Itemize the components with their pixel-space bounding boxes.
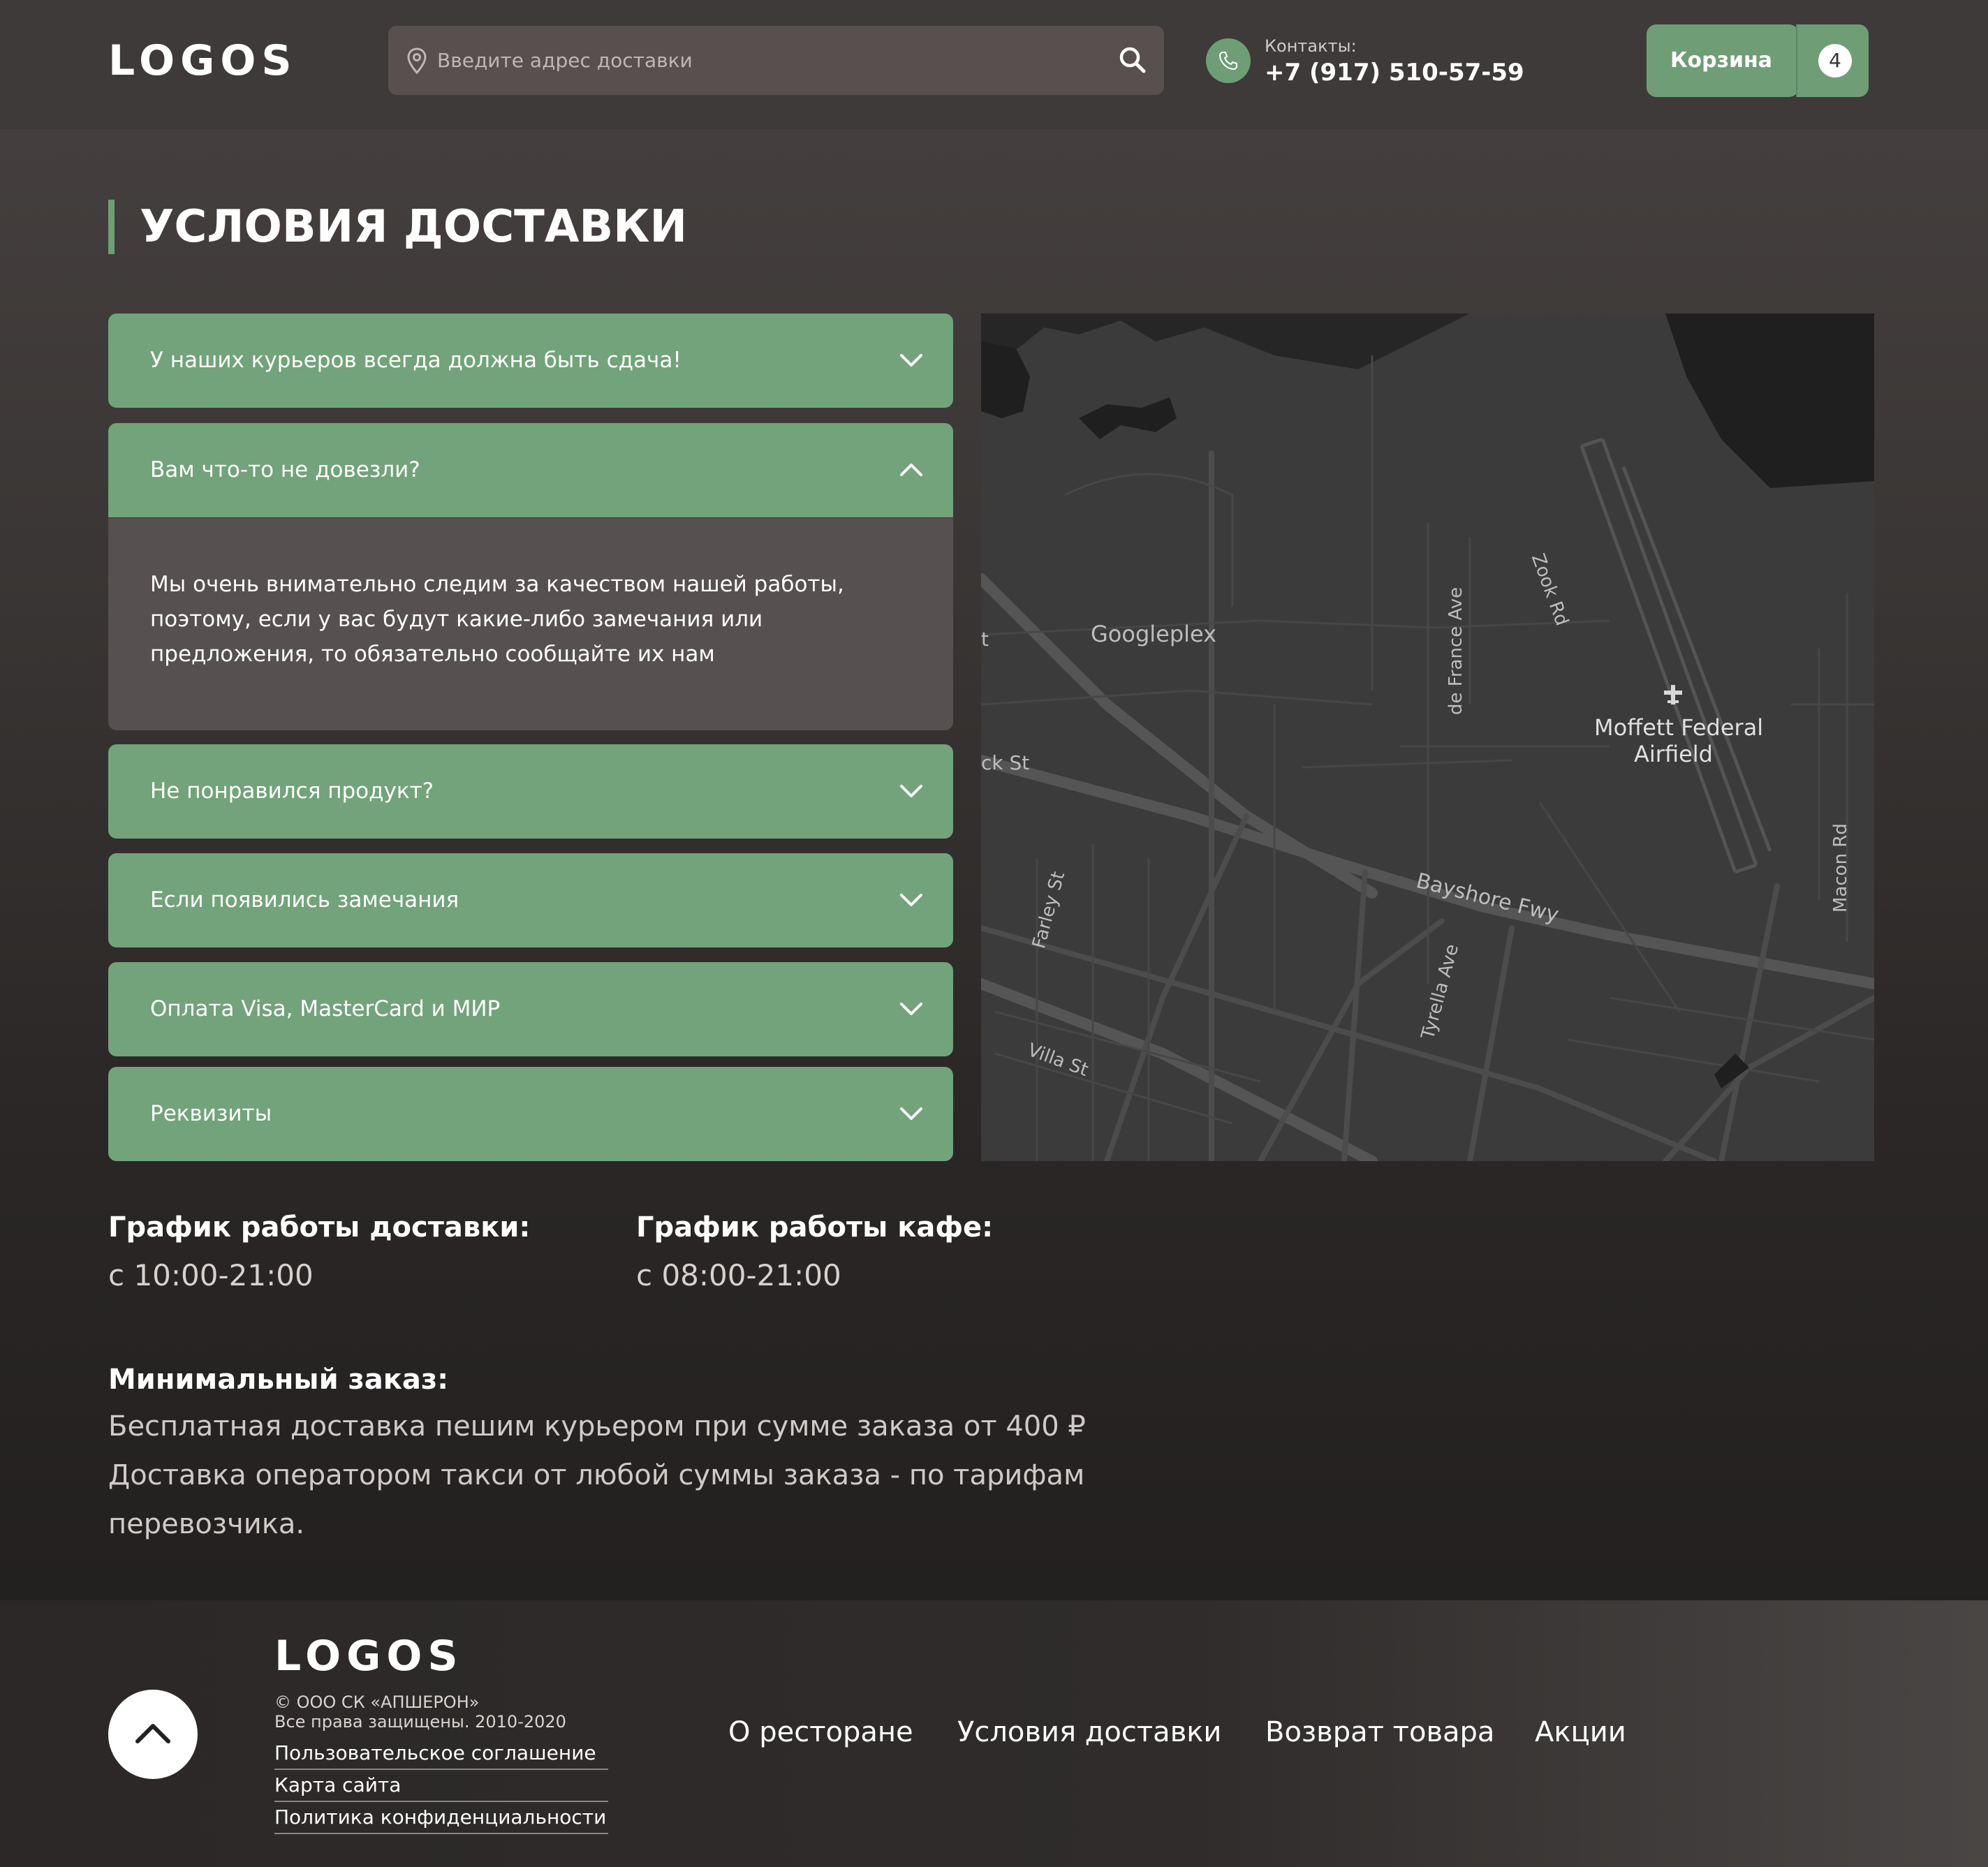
- footer-nav-about[interactable]: О ресторане: [728, 1716, 913, 1748]
- cart-label: Корзина: [1670, 48, 1773, 73]
- footer-link-privacy[interactable]: Политика конфиденциальности: [274, 1806, 608, 1834]
- footer-nav-returns[interactable]: Возврат товара: [1265, 1716, 1494, 1748]
- scroll-to-top-button[interactable]: [108, 1690, 198, 1779]
- title-accent-bar: [108, 200, 115, 254]
- search-icon[interactable]: [1115, 43, 1151, 79]
- contacts-label: Контакты:: [1265, 36, 1357, 56]
- phone-icon: [1218, 52, 1237, 71]
- footer-nav-delivery[interactable]: Условия доставки: [957, 1716, 1221, 1748]
- map-label-t: t: [981, 628, 989, 651]
- page-title: УСЛОВИЯ ДОСТАВКИ: [140, 201, 687, 253]
- contacts-phone[interactable]: +7 (917) 510-57-59: [1265, 59, 1524, 87]
- minimum-order-line-1: Бесплатная доставка пешим курьером при с…: [108, 1410, 1086, 1442]
- accordion-item-label: Если появились замечания: [150, 887, 459, 913]
- cart-button[interactable]: Корзина: [1647, 24, 1799, 97]
- phone-icon-button[interactable]: [1206, 38, 1251, 83]
- cart-count-badge: 4: [1818, 44, 1852, 78]
- footer-rights: Все права защищены. 2010-2020: [274, 1712, 566, 1732]
- chevron-down-icon: [900, 1003, 922, 1015]
- cart-count-area[interactable]: 4: [1797, 24, 1869, 97]
- footer-copyright: © ООО СК «АПШЕРОН»: [274, 1692, 480, 1712]
- header-logo[interactable]: LOGOS: [108, 36, 297, 85]
- chevron-down-icon: [900, 354, 922, 367]
- accordion-item-payment[interactable]: Оплата Visa, MasterCard и МИР: [108, 962, 953, 1056]
- accordion-body-text: Мы очень внимательно следим за качеством…: [150, 572, 844, 667]
- chevron-up-icon: [135, 1724, 170, 1743]
- footer-link-user-agreement[interactable]: Пользовательское соглашение: [274, 1741, 608, 1770]
- accordion-item-label: Вам что-то не довезли?: [150, 457, 420, 482]
- chevron-down-icon: [900, 894, 922, 906]
- footer-nav-promotions[interactable]: Акции: [1535, 1716, 1626, 1748]
- site-header: LOGOS Контакты: +7 (917) 510-57-59 Корзи…: [0, 0, 1988, 129]
- map-label-ck-st: ck St: [981, 751, 1030, 774]
- chevron-up-icon: [900, 464, 922, 476]
- map-label-googleplex: Googleplex: [1091, 621, 1217, 647]
- footer-logo[interactable]: LOGOS: [274, 1632, 464, 1681]
- map-label-macon: Macon Rd: [1830, 823, 1851, 913]
- minimum-order-line-3: перевозчика.: [108, 1508, 305, 1540]
- accordion-item-product[interactable]: Не понравился продукт?: [108, 744, 953, 839]
- accordion-expanded-body: Мы очень внимательно следим за качеством…: [108, 518, 953, 730]
- address-search-input[interactable]: [437, 26, 1066, 95]
- accordion-item-missing[interactable]: Вам что-то не довезли?: [108, 423, 953, 517]
- minimum-order-title: Минимальный заказ:: [108, 1364, 449, 1396]
- address-search-box: [388, 26, 1164, 95]
- location-pin-icon: [407, 47, 427, 75]
- footer-link-sitemap[interactable]: Карта сайта: [274, 1773, 608, 1802]
- delivery-schedule-value: с 10:00-21:00: [108, 1258, 314, 1292]
- map-label-de-france: de France Ave: [1445, 586, 1466, 715]
- delivery-map[interactable]: Googleplex Moffett Federal Airfield Bays…: [981, 313, 1874, 1161]
- map-label-moffett-2: Airfield: [1634, 741, 1713, 767]
- accordion-item-remarks[interactable]: Если появились замечания: [108, 853, 953, 947]
- accordion-item-label: Оплата Visa, MasterCard и МИР: [150, 996, 501, 1021]
- accordion-item-requisites[interactable]: Реквизиты: [108, 1067, 953, 1161]
- accordion-item-label: У наших курьеров всегда должна быть сдач…: [150, 348, 682, 373]
- chevron-down-icon: [900, 785, 922, 797]
- chevron-down-icon: [900, 1107, 922, 1120]
- accordion-item-change[interactable]: У наших курьеров всегда должна быть сдач…: [108, 313, 953, 408]
- accordion-item-label: Не понравился продукт?: [150, 778, 434, 804]
- cafe-schedule-title: График работы кафе:: [636, 1211, 994, 1244]
- accordion-item-label: Реквизиты: [150, 1101, 272, 1126]
- cafe-schedule-value: с 08:00-21:00: [636, 1258, 841, 1292]
- minimum-order-line-2: Доставка оператором такси от любой суммы…: [108, 1459, 1085, 1491]
- delivery-schedule-title: График работы доставки:: [108, 1211, 531, 1244]
- map-label-moffett-1: Moffett Federal: [1594, 714, 1764, 741]
